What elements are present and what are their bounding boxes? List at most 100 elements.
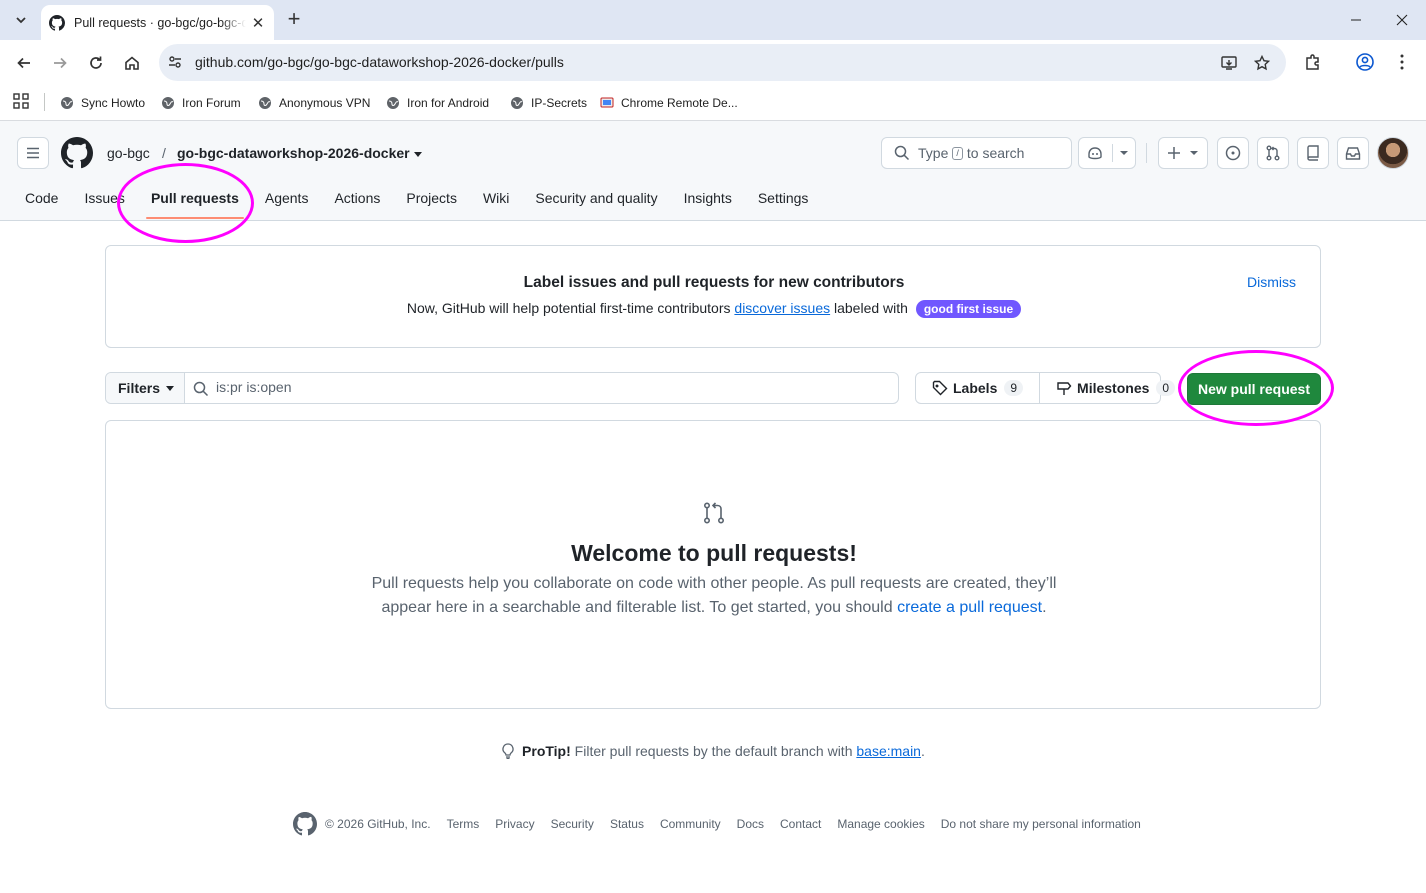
- new-tab-button[interactable]: +: [283, 8, 305, 30]
- tab-issues[interactable]: Issues: [71, 178, 137, 218]
- address-bar[interactable]: github.com/go-bgc/go-bgc-dataworkshop-20…: [159, 44, 1286, 81]
- bookmark-sync-howto[interactable]: Sync Howto: [60, 92, 145, 114]
- footer-link-status[interactable]: Status: [610, 817, 644, 831]
- maximize-button[interactable]: [1333, 0, 1379, 40]
- plus-icon: [1168, 147, 1180, 159]
- discover-issues-link[interactable]: discover issues: [734, 300, 830, 316]
- tab-settings[interactable]: Settings: [745, 178, 822, 218]
- create-pull-request-link[interactable]: create a pull request: [897, 599, 1042, 616]
- github-icon[interactable]: [293, 812, 317, 836]
- globe-icon: [61, 97, 73, 109]
- breadcrumb-repo[interactable]: go-bgc-dataworkshop-2026-docker: [177, 145, 410, 161]
- search-icon: [193, 381, 209, 397]
- tab-insights[interactable]: Insights: [671, 178, 745, 218]
- inbox-icon: [1345, 147, 1361, 160]
- back-button[interactable]: [11, 50, 37, 76]
- repositories-button[interactable]: [1297, 137, 1329, 169]
- blankslate-text: Pull requests help you collaborate on co…: [364, 572, 1064, 620]
- global-menu-button[interactable]: [17, 137, 49, 169]
- tab-code[interactable]: Code: [12, 178, 71, 218]
- close-window-button[interactable]: [1379, 0, 1425, 40]
- caret-down-icon: [166, 385, 175, 391]
- footer-link-docs[interactable]: Docs: [737, 817, 764, 831]
- bookmark-star-icon[interactable]: [1254, 55, 1270, 71]
- create-new-button[interactable]: [1158, 137, 1208, 169]
- copilot-button[interactable]: [1078, 137, 1136, 169]
- notifications-button[interactable]: [1337, 137, 1369, 169]
- base-main-link[interactable]: base:main: [856, 743, 921, 759]
- bookmarks-bar: Sync Howto Iron Forum Anonymous VPN Iron…: [0, 85, 1426, 121]
- tab-close-icon[interactable]: ✕: [250, 14, 266, 32]
- milestones-button[interactable]: Milestones 0: [1039, 373, 1191, 403]
- pull-requests-blankslate: Welcome to pull requests! Pull requests …: [105, 420, 1321, 709]
- remote-desktop-icon: [600, 97, 614, 108]
- browser-tab-active[interactable]: Pull requests · go-bgc/go-bgc-dataworksh…: [41, 5, 274, 40]
- bookmark-ip-secrets[interactable]: IP-Secrets: [510, 92, 587, 114]
- filters-button[interactable]: Filters: [106, 373, 185, 403]
- good-first-issue-label[interactable]: good first issue: [915, 300, 1022, 318]
- breadcrumb-owner[interactable]: go-bgc: [107, 145, 150, 161]
- reload-button[interactable]: [83, 50, 109, 76]
- tab-projects[interactable]: Projects: [393, 178, 470, 218]
- new-pull-request-button[interactable]: New pull request: [1187, 373, 1321, 405]
- tab-search-button[interactable]: [8, 7, 34, 33]
- issue-opened-icon: [1225, 145, 1241, 161]
- header-divider: [1146, 143, 1147, 163]
- extensions-icon[interactable]: [1304, 53, 1322, 71]
- chevron-down-icon[interactable]: [1119, 148, 1129, 158]
- footer-link-privacy[interactable]: Privacy: [495, 817, 534, 831]
- bookmark-label: Chrome Remote De...: [621, 96, 738, 110]
- filter-query-input[interactable]: [216, 379, 816, 395]
- url-text[interactable]: github.com/go-bgc/go-bgc-dataworkshop-20…: [195, 54, 564, 70]
- tab-pull-requests[interactable]: Pull requests: [138, 178, 252, 219]
- bookmark-anonymous-vpn[interactable]: Anonymous VPN: [258, 92, 370, 114]
- globe-icon: [511, 97, 523, 109]
- tab-security[interactable]: Security and quality: [522, 178, 670, 218]
- bookmark-iron-forum[interactable]: Iron Forum: [161, 92, 241, 114]
- copilot-divider: [1112, 144, 1113, 162]
- globe-icon: [162, 97, 174, 109]
- chevron-down-icon: [1190, 151, 1198, 155]
- tab-agents[interactable]: Agents: [252, 178, 322, 218]
- chevron-down-icon: [16, 17, 26, 24]
- labels-label: Labels: [953, 380, 998, 396]
- apps-grid-icon[interactable]: [13, 93, 29, 109]
- footer-link-community[interactable]: Community: [660, 817, 721, 831]
- search-icon: [894, 145, 910, 161]
- protip: ProTip! Filter pull requests by the defa…: [0, 743, 1426, 760]
- profile-icon[interactable]: [1356, 53, 1374, 71]
- footer-link-security[interactable]: Security: [551, 817, 594, 831]
- github-icon[interactable]: [61, 137, 93, 169]
- install-app-icon[interactable]: [1221, 55, 1237, 71]
- forward-button[interactable]: [47, 50, 73, 76]
- footer-link-contact[interactable]: Contact: [780, 817, 821, 831]
- contributor-banner: Label issues and pull requests for new c…: [105, 245, 1321, 348]
- pull-requests-button[interactable]: [1257, 137, 1289, 169]
- tab-actions[interactable]: Actions: [321, 178, 393, 218]
- dismiss-button[interactable]: Dismiss: [1247, 274, 1296, 290]
- tag-icon: [932, 380, 948, 396]
- bookmark-iron-for-android[interactable]: Iron for Android: [386, 92, 489, 114]
- github-header: go-bgc / go-bgc-dataworkshop-2026-docker…: [0, 121, 1426, 221]
- milestone-icon: [1057, 382, 1072, 395]
- search-shortcut-key: /: [952, 146, 963, 160]
- home-button[interactable]: [119, 50, 145, 76]
- search-placeholder-prefix: Type: [918, 145, 949, 161]
- footer-link-do-not-share[interactable]: Do not share my personal information: [941, 817, 1141, 831]
- bookmark-label: Sync Howto: [81, 96, 146, 110]
- bookmark-chrome-remote-desktop[interactable]: Chrome Remote De...: [600, 92, 738, 114]
- banner-text-after: labeled with: [834, 300, 908, 316]
- tab-label: Security and quality: [535, 190, 658, 206]
- site-settings-icon[interactable]: [168, 55, 182, 69]
- bookmark-label: Anonymous VPN: [279, 96, 371, 110]
- labels-button[interactable]: Labels 9: [916, 373, 1039, 403]
- search-placeholder-suffix: to search: [966, 145, 1025, 161]
- issues-button[interactable]: [1217, 137, 1249, 169]
- footer-link-terms[interactable]: Terms: [447, 817, 480, 831]
- search-input[interactable]: Type / to search: [881, 137, 1072, 169]
- footer-link-manage-cookies[interactable]: Manage cookies: [837, 817, 924, 831]
- more-vert-icon[interactable]: [1395, 53, 1409, 71]
- repo-dropdown-caret-icon[interactable]: [414, 152, 422, 157]
- tab-wiki[interactable]: Wiki: [470, 178, 522, 218]
- avatar[interactable]: [1377, 137, 1409, 169]
